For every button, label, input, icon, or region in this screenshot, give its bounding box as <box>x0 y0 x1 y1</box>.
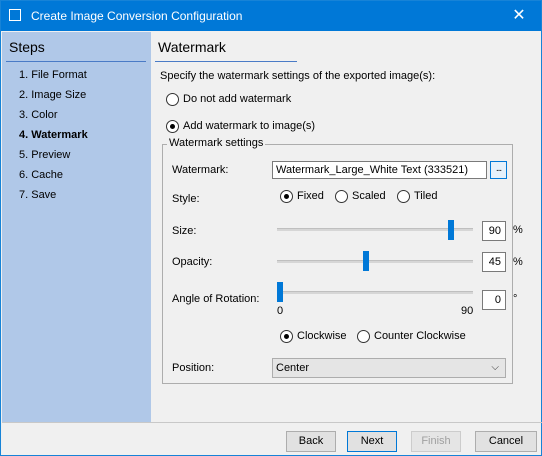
size-slider-track[interactable] <box>277 228 473 231</box>
next-button[interactable]: Next <box>347 431 397 452</box>
add-watermark-radio[interactable] <box>166 120 179 133</box>
steps-title: Steps <box>9 39 45 55</box>
style-scaled-radio[interactable] <box>335 190 348 203</box>
cancel-button[interactable]: Cancel <box>475 431 537 452</box>
counter-clockwise-radio[interactable] <box>357 330 370 343</box>
instruction-text: Specify the watermark settings of the ex… <box>160 70 436 82</box>
watermark-field[interactable]: Watermark_Large_White Text (333521) <box>272 161 487 179</box>
rotation-unit: ° <box>513 293 518 305</box>
position-label: Position: <box>172 362 215 374</box>
window-title: Create Image Conversion Configuration <box>31 9 243 23</box>
no-watermark-radio[interactable] <box>166 93 179 106</box>
rotation-input[interactable]: 0 <box>482 290 506 310</box>
counter-clockwise-label[interactable]: Counter Clockwise <box>374 330 466 342</box>
position-dropdown[interactable]: Center ⌵ <box>272 358 506 378</box>
size-unit: % <box>513 224 523 236</box>
opacity-unit: % <box>513 256 523 268</box>
opacity-input[interactable]: 45 <box>482 252 506 272</box>
style-fixed-label[interactable]: Fixed <box>297 190 324 202</box>
close-button[interactable]: ✕ <box>497 1 541 31</box>
position-value: Center <box>276 362 310 374</box>
chevron-down-icon: ⌵ <box>491 362 499 373</box>
clockwise-radio[interactable] <box>280 330 293 343</box>
steps-sidebar: Steps 1. File Format 2. Image Size 3. Co… <box>2 32 151 422</box>
step-save[interactable]: 7. Save <box>19 189 56 201</box>
rotation-min-label: 0 <box>277 305 284 317</box>
opacity-slider-thumb[interactable] <box>362 251 369 271</box>
browse-button[interactable]: ... <box>490 161 507 179</box>
watermark-settings-group <box>162 144 513 384</box>
opacity-slider-track[interactable] <box>277 260 473 263</box>
size-label: Size: <box>172 225 197 237</box>
step-color[interactable]: 3. Color <box>19 109 58 121</box>
rotation-slider-track[interactable] <box>277 291 473 294</box>
steps-divider <box>6 61 146 62</box>
opacity-label: Opacity: <box>172 256 213 268</box>
step-preview[interactable]: 5. Preview <box>19 149 70 161</box>
dialog-window: Create Image Conversion Configuration ✕ … <box>0 0 542 456</box>
step-image-size[interactable]: 2. Image Size <box>19 89 86 101</box>
step-watermark[interactable]: 4. Watermark <box>19 129 88 141</box>
no-watermark-label[interactable]: Do not add watermark <box>183 93 291 105</box>
step-cache[interactable]: 6. Cache <box>19 169 63 181</box>
heading-divider <box>155 61 297 62</box>
style-tiled-label[interactable]: Tiled <box>414 190 437 202</box>
watermark-label: Watermark: <box>172 164 229 176</box>
back-button[interactable]: Back <box>286 431 336 452</box>
step-file-format[interactable]: 1. File Format <box>19 69 87 81</box>
style-tiled-radio[interactable] <box>397 190 410 203</box>
style-fixed-radio[interactable] <box>280 190 293 203</box>
finish-button[interactable]: Finish <box>411 431 461 452</box>
rotation-slider-thumb[interactable] <box>277 282 283 302</box>
style-label: Style: <box>172 193 200 205</box>
main-panel: Watermark Specify the watermark settings… <box>151 32 541 422</box>
rotation-max-label: 90 <box>461 305 474 317</box>
title-bar: Create Image Conversion Configuration ✕ <box>1 1 541 31</box>
size-input[interactable]: 90 <box>482 221 506 241</box>
add-watermark-label[interactable]: Add watermark to image(s) <box>183 120 315 132</box>
page-title: Watermark <box>158 39 226 55</box>
footer-divider <box>2 422 542 423</box>
size-slider-thumb[interactable] <box>448 220 454 240</box>
app-icon <box>9 9 21 21</box>
watermark-settings-legend: Watermark settings <box>167 137 266 149</box>
style-scaled-label[interactable]: Scaled <box>352 190 386 202</box>
rotation-label: Angle of Rotation: <box>172 293 260 305</box>
clockwise-label[interactable]: Clockwise <box>297 330 347 342</box>
